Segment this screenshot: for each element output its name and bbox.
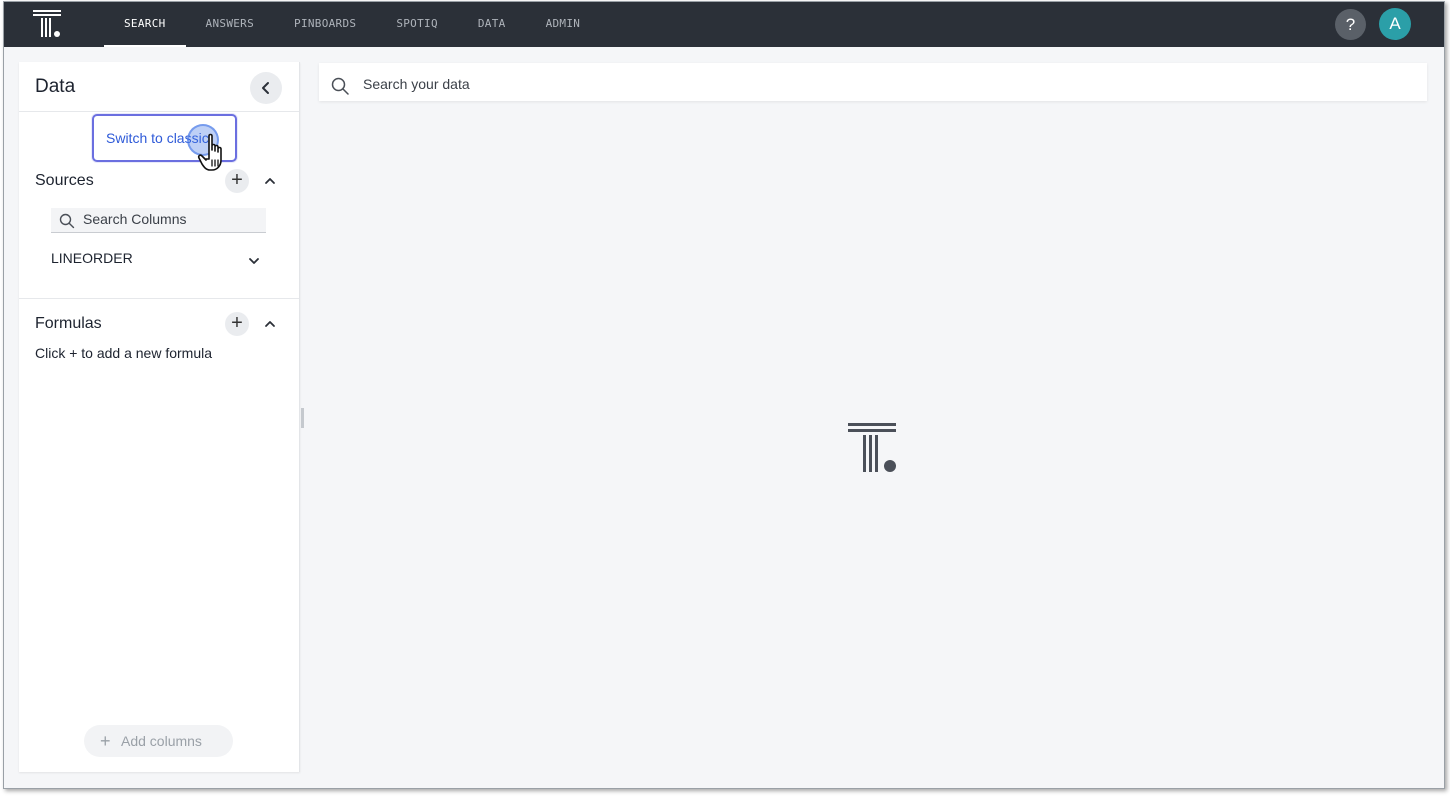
panel-title: Data	[35, 76, 76, 97]
nav-tab-answers[interactable]: ANSWERS	[186, 2, 274, 47]
help-icon[interactable]: ?	[1335, 9, 1366, 40]
thoughtspot-logo-icon[interactable]	[32, 9, 62, 39]
formulas-title: Formulas	[35, 315, 102, 332]
search-icon	[331, 77, 349, 95]
chevron-down-icon[interactable]	[248, 255, 260, 267]
collapse-panel-button[interactable]	[250, 72, 282, 104]
plus-icon: +	[100, 731, 111, 751]
nav-tab-data[interactable]: DATA	[458, 2, 526, 47]
source-item-lineorder[interactable]: LINEORDER	[51, 250, 133, 266]
thoughtspot-logo-icon	[848, 423, 896, 472]
search-icon	[59, 213, 75, 229]
chevron-up-icon[interactable]	[264, 318, 276, 330]
chevron-up-icon[interactable]	[264, 175, 276, 187]
panel-header-divider	[19, 111, 299, 112]
app-window: SEARCH ANSWERS PINBOARDS SPOTIQ DATA ADM…	[3, 1, 1445, 789]
main-nav: SEARCH ANSWERS PINBOARDS SPOTIQ DATA ADM…	[104, 2, 600, 47]
formulas-hint: Click + to add a new formula	[35, 345, 213, 361]
plus-icon: +	[231, 312, 243, 334]
nav-tab-search[interactable]: SEARCH	[104, 2, 186, 47]
panel-resize-handle[interactable]	[301, 408, 304, 428]
user-avatar[interactable]: A	[1379, 8, 1411, 40]
data-panel: Data Switch to classic Sources + Search …	[19, 62, 300, 772]
nav-tab-admin[interactable]: ADMIN	[526, 2, 601, 47]
sources-divider	[19, 298, 299, 299]
hand-cursor-icon	[197, 133, 222, 171]
search-columns-input[interactable]: Search Columns	[51, 208, 266, 233]
sources-title: Sources	[35, 172, 94, 189]
add-formula-button[interactable]: +	[225, 312, 249, 336]
top-nav-bar: SEARCH ANSWERS PINBOARDS SPOTIQ DATA ADM…	[4, 2, 1444, 47]
nav-tab-pinboards[interactable]: PINBOARDS	[274, 2, 376, 47]
search-columns-placeholder: Search Columns	[83, 211, 187, 227]
add-columns-label: Add columns	[121, 733, 202, 749]
search-placeholder: Search your data	[363, 76, 470, 92]
search-bar[interactable]: Search your data	[319, 63, 1427, 101]
chevron-left-icon	[262, 82, 269, 94]
add-columns-button[interactable]: + Add columns	[84, 725, 233, 757]
nav-tab-spotiq[interactable]: SPOTIQ	[376, 2, 458, 47]
